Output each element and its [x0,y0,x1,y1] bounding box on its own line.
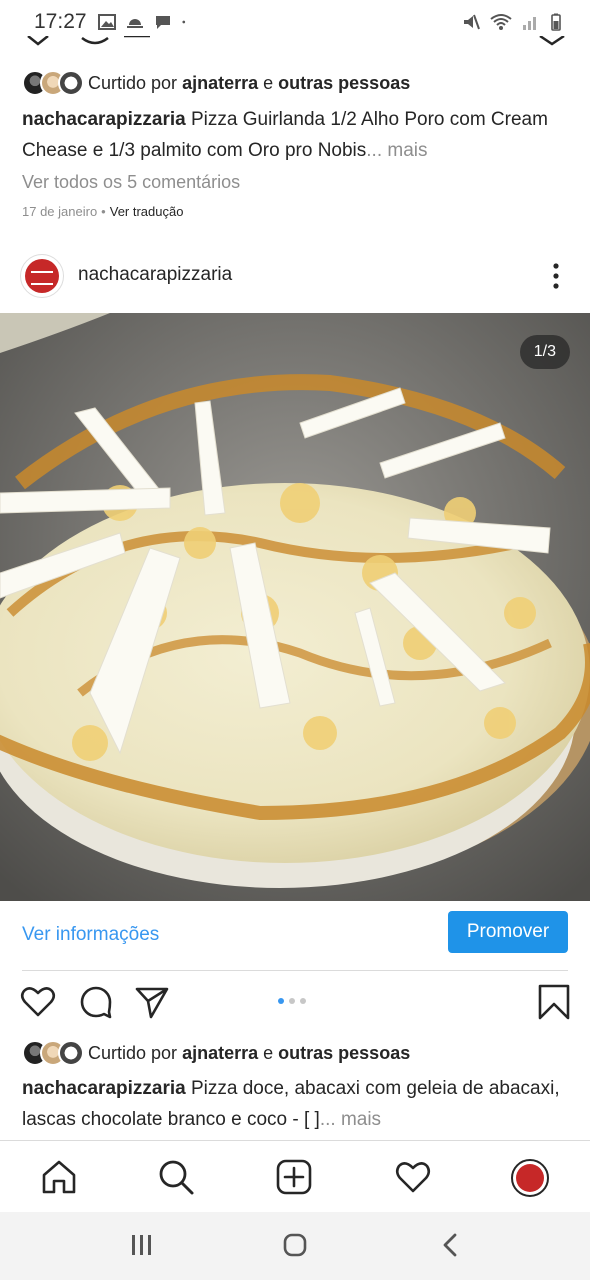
status-system-icons [462,13,562,31]
carousel-indicator [278,998,306,1004]
bookmark-icon[interactable] [536,984,572,1020]
heart-icon[interactable] [20,984,56,1020]
profile-avatar[interactable] [20,254,64,298]
insights-row: Ver informações Promover [0,910,590,958]
liker-username[interactable]: ajnaterra [182,73,258,93]
brand-logo [516,1164,544,1192]
prev-caption: nachacarapizzaria Pizza Guirlanda 1/2 Al… [22,104,570,166]
liker-avatars [22,70,84,96]
avatar [58,70,84,96]
recent-apps-icon[interactable] [130,1232,154,1258]
translate-link[interactable]: Ver tradução [110,204,184,219]
likes-text: Curtido por ajnaterra e outras pessoas [88,1043,410,1064]
caption-more-link[interactable]: ... mais [366,140,427,161]
carousel-dot [289,998,295,1004]
wifi-icon [490,14,512,30]
liker-avatars [22,1040,84,1066]
status-notification-icons [98,13,190,31]
liker-username[interactable]: ajnaterra [182,1043,258,1063]
message-icon [156,16,170,29]
mute-icon [464,14,480,30]
likes-joiner: e [263,1042,274,1063]
add-post-icon[interactable] [275,1158,313,1196]
system-navigation [0,1212,590,1280]
likes-row[interactable]: Curtido por ajnaterra e outras pessoas [22,1040,410,1066]
caption-more-link[interactable]: ... mais [320,1109,381,1130]
post-date-row: 17 de janeiro • Ver tradução [22,204,183,219]
previous-action-icons [27,36,565,46]
post-caption: nachacarapizzaria Pizza doce, abacaxi co… [22,1073,570,1135]
promote-button[interactable]: Promover [448,911,568,953]
brand-logo [25,259,59,293]
carousel-counter: 1/3 [519,335,570,369]
carousel-dot-active [278,998,284,1004]
status-time: 17:27 [34,10,87,33]
signal-icon [523,17,536,30]
post-photo[interactable]: 1/3 [0,313,590,901]
date-separator: • [101,204,106,219]
search-icon[interactable] [157,1158,195,1196]
post-header: nachacarapizzaria [0,252,590,300]
more-options-icon[interactable] [544,262,568,290]
avatar [58,1040,84,1066]
weather-icon [127,19,143,28]
view-comments-link[interactable]: Ver todos os 5 comentários [22,172,240,193]
caption-username[interactable]: nachacarapizzaria [22,1078,186,1099]
profile-tab-avatar[interactable] [511,1159,549,1197]
send-icon[interactable] [134,984,170,1020]
post-actions [0,984,590,1024]
back-icon[interactable] [440,1232,460,1258]
battery-icon [551,13,561,31]
divider [22,970,568,971]
post-username[interactable]: nachacarapizzaria [78,264,232,286]
carousel-dot [300,998,306,1004]
likes-text: Curtido por ajnaterra e outras pessoas [88,73,410,94]
caption-username[interactable]: nachacarapizzaria [22,109,186,130]
previous-actions-cut [0,36,590,50]
activity-heart-icon[interactable] [394,1158,432,1196]
bottom-navigation [0,1140,590,1212]
home-button-icon[interactable] [282,1232,308,1258]
pizza-image [0,313,590,901]
likes-others[interactable]: outras pessoas [278,73,410,93]
home-icon[interactable] [40,1158,78,1196]
likes-prefix: Curtido por [88,72,178,93]
dot-icon [182,20,186,24]
view-insights-link[interactable]: Ver informações [22,924,159,946]
post-date: 17 de janeiro [22,204,98,219]
prev-likes-row[interactable]: Curtido por ajnaterra e outras pessoas [22,70,410,96]
comment-icon[interactable] [78,984,114,1020]
gallery-icon [98,14,116,30]
likes-others[interactable]: outras pessoas [278,1043,410,1063]
likes-joiner: e [263,72,274,93]
likes-prefix: Curtido por [88,1042,178,1063]
